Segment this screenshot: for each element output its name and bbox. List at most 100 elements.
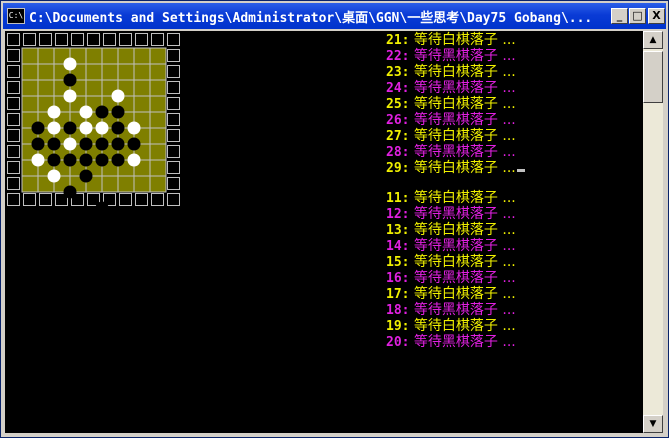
window-title: C:\Documents and Settings\Administrator\… bbox=[29, 11, 593, 26]
black-stone bbox=[95, 153, 109, 167]
white-stone bbox=[63, 137, 77, 151]
white-stone bbox=[79, 121, 93, 135]
log-line: 24: 等待黑棋落子 ... bbox=[386, 80, 643, 96]
move-number: 26: bbox=[386, 113, 410, 128]
log-line: 19: 等待白棋落子 ... bbox=[386, 318, 643, 334]
move-message: 等待白棋落子 ... bbox=[409, 160, 516, 176]
log-line: 16: 等待黑棋落子 ... bbox=[386, 270, 643, 286]
border-cell bbox=[7, 97, 20, 110]
border-cell bbox=[7, 81, 20, 94]
move-message: 等待黑棋落子 ... bbox=[409, 238, 516, 254]
border-cell bbox=[39, 193, 52, 206]
console-icon[interactable]: C:\ bbox=[7, 8, 25, 24]
log-line: 18: 等待黑棋落子 ... bbox=[386, 302, 643, 318]
black-stone bbox=[63, 73, 77, 87]
arrow-up-icon[interactable]: ▲ bbox=[643, 31, 663, 49]
gobang-board bbox=[7, 33, 180, 211]
board-surface bbox=[22, 48, 166, 192]
move-number: 23: bbox=[386, 65, 410, 80]
border-cell bbox=[167, 65, 180, 78]
black-stone bbox=[63, 153, 77, 167]
black-stone bbox=[111, 153, 125, 167]
log-line: 13: 等待白棋落子 ... bbox=[386, 222, 643, 238]
black-stone bbox=[47, 153, 61, 167]
move-message: 等待黑棋落子 ... bbox=[409, 334, 516, 350]
border-cell bbox=[7, 177, 20, 190]
move-number: 13: bbox=[386, 223, 410, 238]
border-cell bbox=[7, 193, 20, 206]
log-line: 27: 等待白棋落子 ... bbox=[386, 128, 643, 144]
black-stone bbox=[31, 121, 45, 135]
move-message: 等待白棋落子 ... bbox=[409, 96, 516, 112]
move-message: 等待白棋落子 ... bbox=[409, 190, 516, 206]
border-cell bbox=[103, 33, 116, 46]
border-cell bbox=[23, 193, 36, 206]
move-message: 等待黑棋落子 ... bbox=[409, 48, 516, 64]
title-bar[interactable]: C:\ C:\Documents and Settings\Administra… bbox=[3, 3, 666, 29]
border-cell bbox=[135, 33, 148, 46]
white-stone bbox=[47, 105, 61, 119]
border-cell bbox=[151, 193, 164, 206]
log-line: 26: 等待黑棋落子 ... bbox=[386, 112, 643, 128]
border-cell bbox=[167, 81, 180, 94]
move-number: 14: bbox=[386, 239, 410, 254]
border-cell bbox=[167, 161, 180, 174]
minimize-button[interactable]: _ bbox=[611, 8, 628, 24]
border-cell bbox=[167, 193, 180, 206]
move-number: 28: bbox=[386, 145, 410, 160]
border-cell bbox=[7, 49, 20, 62]
console-window: C:\ C:\Documents and Settings\Administra… bbox=[0, 0, 669, 438]
move-message: 等待黑棋落子 ... bbox=[409, 112, 516, 128]
border-cell bbox=[151, 33, 164, 46]
move-number: 29: bbox=[386, 161, 410, 176]
black-stone bbox=[63, 185, 77, 199]
log-line: 23: 等待白棋落子 ... bbox=[386, 64, 643, 80]
border-cell bbox=[23, 33, 36, 46]
arrow-down-icon[interactable]: ▼ bbox=[643, 415, 663, 433]
move-message: 等待黑棋落子 ... bbox=[409, 302, 516, 318]
border-cell bbox=[167, 113, 180, 126]
move-message: 等待白棋落子 ... bbox=[409, 64, 516, 80]
white-stone bbox=[31, 153, 45, 167]
border-cell bbox=[39, 33, 52, 46]
move-number: 20: bbox=[386, 335, 410, 350]
border-cell bbox=[7, 33, 20, 46]
black-stone bbox=[95, 137, 109, 151]
scrollbar-thumb[interactable] bbox=[643, 51, 663, 103]
move-message: 等待白棋落子 ... bbox=[409, 128, 516, 144]
log-line: 29: 等待白棋落子 ... bbox=[386, 160, 643, 176]
move-message: 等待白棋落子 ... bbox=[409, 32, 516, 48]
border-cell bbox=[7, 113, 20, 126]
black-stone bbox=[79, 153, 93, 167]
log-line: 11: 等待白棋落子 ... bbox=[386, 190, 643, 206]
border-cell bbox=[167, 129, 180, 142]
log-line: 17: 等待白棋落子 ... bbox=[386, 286, 643, 302]
black-stone bbox=[79, 137, 93, 151]
move-number: 16: bbox=[386, 271, 410, 286]
border-cell bbox=[71, 33, 84, 46]
border-cell bbox=[119, 33, 132, 46]
move-number: 17: bbox=[386, 287, 410, 302]
black-stone bbox=[47, 137, 61, 151]
black-stone bbox=[79, 169, 93, 183]
maximize-button[interactable]: □ bbox=[629, 8, 646, 24]
log-line: 22: 等待黑棋落子 ... bbox=[386, 48, 643, 64]
move-number: 15: bbox=[386, 255, 410, 270]
log-line: 25: 等待白棋落子 ... bbox=[386, 96, 643, 112]
move-number: 11: bbox=[386, 191, 410, 206]
white-stone bbox=[63, 57, 77, 71]
move-message: 等待白棋落子 ... bbox=[409, 286, 516, 302]
move-message: 等待黑棋落子 ... bbox=[409, 144, 516, 160]
move-message: 等待白棋落子 ... bbox=[409, 222, 516, 238]
white-stone bbox=[63, 89, 77, 103]
white-stone bbox=[79, 105, 93, 119]
border-cell bbox=[167, 97, 180, 110]
log-line: 14: 等待黑棋落子 ... bbox=[386, 238, 643, 254]
close-button[interactable]: X bbox=[648, 8, 665, 24]
move-number: 25: bbox=[386, 97, 410, 112]
console-output[interactable]: 21: 等待白棋落子 ... 22: 等待黑棋落子 ... 23: 等待白棋落子 .… bbox=[5, 31, 643, 433]
move-message: 等待黑棋落子 ... bbox=[409, 270, 516, 286]
log-line: 12: 等待黑棋落子 ... bbox=[386, 206, 643, 222]
vertical-scrollbar[interactable]: ▲ ▼ bbox=[643, 31, 663, 433]
black-stone bbox=[63, 121, 77, 135]
